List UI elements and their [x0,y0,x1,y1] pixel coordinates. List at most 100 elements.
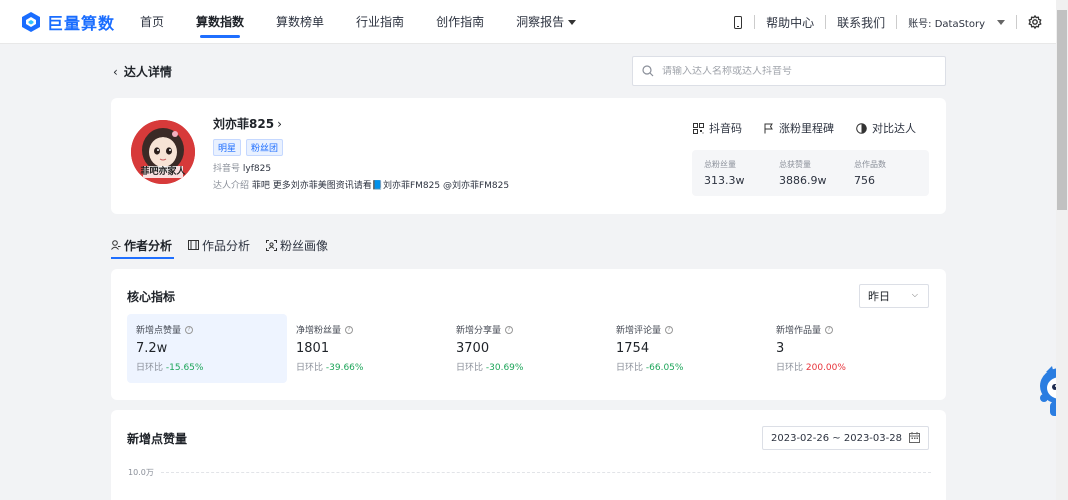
tag-list: 明星 粉丝团 [213,139,288,156]
metric-compare: 日环比 -15.65% [136,360,278,373]
help-icon[interactable]: ? [505,325,514,334]
flag-icon [764,123,773,133]
metric-change: -66.05% [645,363,684,373]
compare-label: 日环比 [776,363,804,373]
divider [754,15,756,29]
compare-influencer-button[interactable]: 对比达人 [856,120,916,136]
chevron-left-icon: ‹ [113,64,118,79]
help-icon[interactable]: ? [345,325,354,334]
stat-value: 313.3w [704,174,745,187]
date-range-value: 2023-02-26 ~ 2023-03-28 [771,432,902,444]
nav-label: 算数榜单 [276,14,325,29]
metric-net-fans[interactable]: 净增粉丝量? 1801 日环比 -39.66% [287,314,447,383]
tab-works-analysis[interactable]: 作品分析 [188,232,250,258]
influencer-name-text: 刘亦菲825 [213,117,275,131]
influencer-name[interactable]: 刘亦菲825 › [213,115,282,132]
metric-change: 200.00% [805,363,846,373]
divider [1016,15,1017,29]
avatar-caption: 菲吧亦家人 [140,167,186,177]
section-title: 核心指标 [127,290,176,304]
nav-right: 帮助中心 联系我们 账号: DataStory [733,0,1042,44]
contact-link[interactable]: 联系我们 [837,14,885,31]
nav-label: 洞察报告 [516,14,565,29]
profile-actions: 抖音码 涨粉里程碑 对比达人 [671,120,916,136]
stat-total-likes: 总获赞量 3886.9w [779,150,854,196]
metric-value: 7.2w [136,341,168,356]
film-icon [188,240,200,250]
avatar[interactable]: 菲吧亦家人 [131,120,195,184]
stat-total-works: 总作品数 756 [854,150,929,196]
stat-label: 总作品数 [854,160,886,169]
metric-change: -15.65% [165,363,204,373]
search-box[interactable] [632,56,946,86]
page-scrollbar[interactable] [1056,0,1068,500]
metric-value: 1801 [296,341,330,356]
chevron-down-icon[interactable] [997,19,1005,25]
help-icon[interactable]: ? [185,325,194,334]
tab-fan-portrait[interactable]: 粉丝画像 [266,232,328,258]
mobile-icon[interactable] [733,15,743,29]
search-input[interactable] [662,65,922,77]
compare-label: 日环比 [296,363,324,373]
metric-label: 净增粉丝量? [296,323,438,336]
date-range-picker[interactable]: 2023-02-26 ~ 2023-03-28 [762,426,929,450]
metric-label-text: 新增分享量 [456,326,502,336]
metric-new-shares[interactable]: 新增分享量? 3700 日环比 -30.69% [447,314,607,383]
nav-item-insight-report[interactable]: 洞察报告 [516,0,577,44]
search-icon [642,65,654,77]
help-center-link[interactable]: 帮助中心 [766,14,814,31]
tab-label: 作品分析 [202,238,251,253]
tab-label: 粉丝画像 [280,238,329,253]
metric-value: 3700 [456,341,490,356]
intro-label: 达人介绍 [213,181,250,191]
help-icon[interactable]: ? [825,325,834,334]
period-select[interactable]: 昨日 ⌵ [859,284,929,308]
metric-label-text: 新增评论量 [616,326,662,336]
nav-item-rankings[interactable]: 算数榜单 [276,0,324,44]
action-label: 涨粉里程碑 [779,122,834,135]
metric-label: 新增点赞量? [136,323,278,336]
metric-new-comments[interactable]: 新增评论量? 1754 日环比 -66.05% [607,314,767,383]
douyin-id-label: 抖音号 [213,164,241,174]
page-title: 达人详情 [123,65,172,79]
douyin-id-value: lyf825 [242,164,272,174]
chevron-right-icon: › [277,117,282,131]
scrollbar-thumb[interactable] [1057,10,1067,210]
nav-item-industry-guide[interactable]: 行业指南 [356,0,404,44]
new-likes-chart-card: 新增点赞量 2023-02-26 ~ 2023-03-28 10.0万 [111,410,946,500]
metric-compare: 日环比 -39.66% [296,360,438,373]
top-nav: 巨量算数 首页 算数指数 算数榜单 行业指南 创作指南 洞察报告 帮助中心 联系… [0,0,1056,44]
brand-logo[interactable]: 巨量算数 [20,10,120,34]
metric-new-likes[interactable]: 新增点赞量? 7.2w 日环比 -15.65% [127,314,287,383]
help-icon[interactable]: ? [665,325,674,334]
settings-gear-icon[interactable] [1028,15,1042,29]
intro-text: 菲吧 更多刘亦菲美图资讯请看📘刘亦菲FM825 @刘亦菲FM825 [251,181,510,191]
nav-item-home[interactable]: 首页 [140,0,164,44]
tag-fan-club: 粉丝团 [246,139,284,156]
account-menu[interactable]: 账号: DataStory [908,15,985,30]
metric-change: -39.66% [325,363,364,373]
stat-value: 3886.9w [779,174,827,187]
metric-change: -30.69% [485,363,524,373]
metric-new-works[interactable]: 新增作品量? 3 日环比 200.00% [767,314,927,383]
metric-label: 新增评论量? [616,323,758,336]
tab-label: 作者分析 [124,238,173,253]
qr-code-icon [693,122,704,134]
stat-label: 总获赞量 [779,160,811,169]
brand-name: 巨量算数 [47,13,116,33]
stat-total-fans: 总粉丝量 313.3w [704,150,779,196]
divider [896,15,898,29]
profile-card: 菲吧亦家人 刘亦菲825 › 明星 粉丝团 抖音号 lyf825 达人介绍 菲吧 … [111,98,946,214]
action-label: 抖音码 [709,122,742,135]
profile-stats: 总粉丝量 313.3w 总获赞量 3886.9w 总作品数 756 [692,150,929,196]
back-link[interactable]: ‹ 达人详情 [113,63,172,80]
nav-label: 首页 [140,14,165,29]
tab-author-analysis[interactable]: 作者分析 [111,232,175,259]
fan-milestone-button[interactable]: 涨粉里程碑 [764,120,834,136]
caret-down-icon [568,19,577,25]
nav-item-index[interactable]: 算数指数 [196,0,244,44]
nav-item-creation-guide[interactable]: 创作指南 [436,0,484,44]
douyin-code-button[interactable]: 抖音码 [693,120,742,136]
period-value: 昨日 [868,290,890,303]
metric-compare: 日环比 -30.69% [456,360,598,373]
